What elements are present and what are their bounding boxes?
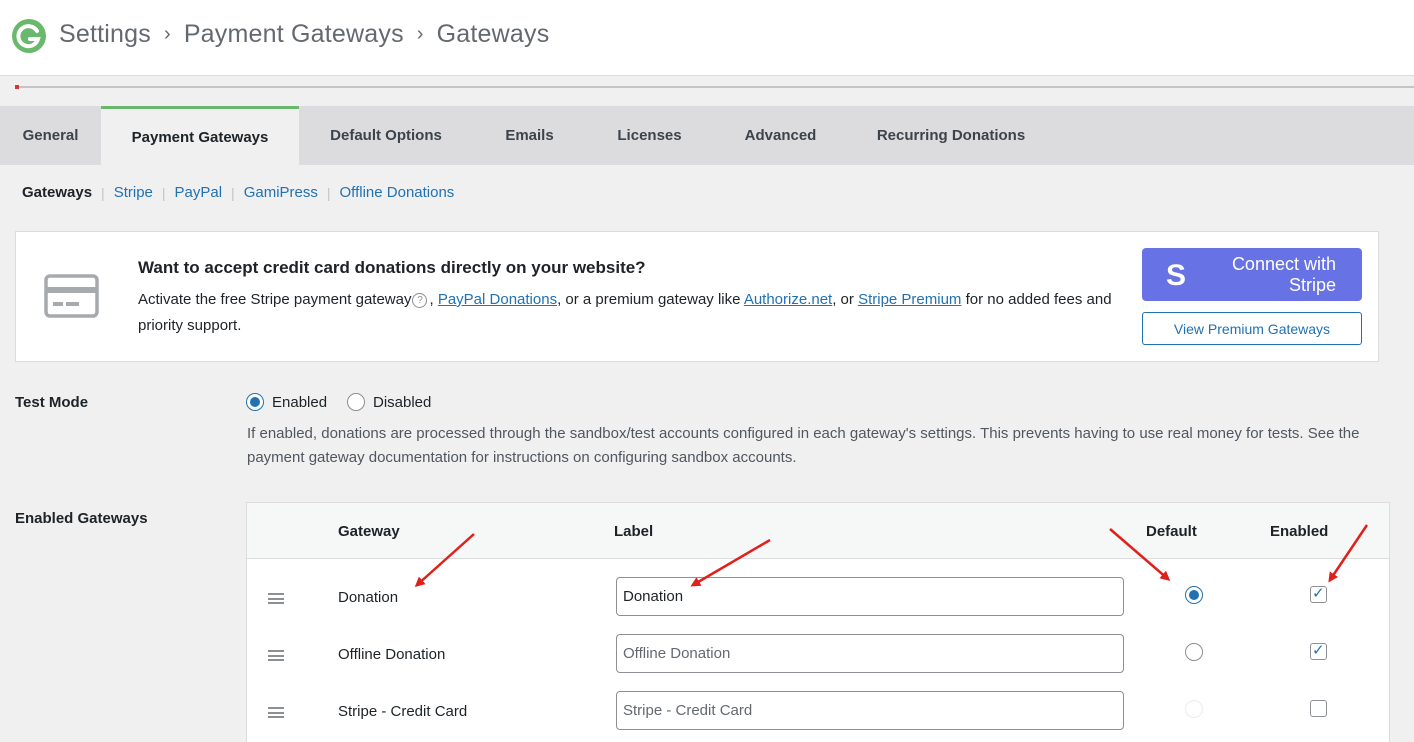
test-mode-disabled-radio[interactable] <box>347 393 365 411</box>
gateway-name-stripe: Stripe - Credit Card <box>338 703 468 720</box>
top-header: Settings › Payment Gateways › Gateways <box>0 0 1414 76</box>
breadcrumb-gateways: Gateways <box>436 20 550 48</box>
tab-general[interactable]: General <box>0 106 101 165</box>
gateway-name-offline-donation: Offline Donation <box>338 646 446 663</box>
subnav-divider: | <box>101 184 105 201</box>
stripe-logo-icon: S <box>1166 259 1187 292</box>
givewp-logo-icon <box>12 19 46 53</box>
default-radio-offline[interactable] <box>1185 643 1203 661</box>
test-mode-description: If enabled, donations are processed thro… <box>247 425 1360 466</box>
tab-advanced[interactable]: Advanced <box>713 106 848 165</box>
default-radio-stripe <box>1185 700 1203 718</box>
section-subnav: Gateways | Stripe | PayPal | GamiPress |… <box>22 184 454 201</box>
test-mode-disabled-label[interactable]: Disabled <box>373 394 431 411</box>
enabled-gateways-label: Enabled Gateways <box>15 510 148 527</box>
tab-default-options[interactable]: Default Options <box>299 106 473 165</box>
paypal-donations-link[interactable]: PayPal Donations <box>438 291 557 308</box>
drag-handle-icon[interactable] <box>268 650 284 661</box>
connect-with-stripe-button[interactable]: S Connect with Stripe <box>1142 248 1362 301</box>
view-premium-gateways-button[interactable]: View Premium Gateways <box>1142 312 1362 345</box>
enabled-checkbox-offline[interactable] <box>1310 641 1327 660</box>
default-radio-donation[interactable] <box>1185 586 1203 604</box>
promo-title: Want to accept credit card donations dir… <box>138 258 646 277</box>
gateway-label-input-donation[interactable] <box>616 577 1124 616</box>
promo-text-part: , <box>429 291 438 308</box>
notice-marker <box>15 85 19 89</box>
gateway-label-input-offline[interactable] <box>616 634 1124 673</box>
promo-text-part: Activate the free Stripe payment gateway <box>138 291 412 308</box>
credit-card-icon <box>44 274 99 318</box>
settings-tabs: General Payment Gateways Default Options… <box>0 106 1414 165</box>
breadcrumb-settings[interactable]: Settings <box>59 20 151 49</box>
subnav-offline-donations[interactable]: Offline Donations <box>340 184 455 201</box>
breadcrumb-separator: › <box>416 23 424 45</box>
promo-description: Activate the free Stripe payment gateway… <box>138 287 1128 339</box>
tab-emails[interactable]: Emails <box>473 106 586 165</box>
drag-handle-icon[interactable] <box>268 593 284 604</box>
subnav-paypal[interactable]: PayPal <box>175 184 223 201</box>
column-label: Label <box>614 523 654 540</box>
authorize-net-link[interactable]: Authorize.net <box>744 291 832 308</box>
table-header: Gateway Label Default Enabled <box>247 503 1389 559</box>
stripe-promo-box: Want to accept credit card donations dir… <box>15 231 1379 362</box>
promo-text-part: , or <box>832 291 859 308</box>
test-mode-enabled-radio[interactable] <box>246 393 264 411</box>
promo-text-part: , or a premium gateway like <box>557 291 744 308</box>
column-default: Default <box>1146 523 1197 540</box>
subnav-divider: | <box>326 184 331 201</box>
subnav-divider: | <box>161 184 166 201</box>
subnav-divider: | <box>231 184 235 201</box>
subnav-gateways: Gateways <box>22 184 93 201</box>
divider-line <box>15 86 1414 88</box>
column-gateway: Gateway <box>338 523 400 540</box>
gateway-label-input-stripe[interactable] <box>616 691 1124 730</box>
enabled-checkbox-donation[interactable] <box>1310 584 1327 603</box>
test-mode-enabled-label[interactable]: Enabled <box>272 394 327 411</box>
connect-stripe-label: Connect with Stripe <box>1231 254 1336 295</box>
tab-recurring-donations[interactable]: Recurring Donations <box>848 106 1054 165</box>
gateway-name-donation: Donation <box>338 589 399 606</box>
gateways-table: Gateway Label Default Enabled Donation O… <box>246 502 1390 742</box>
breadcrumb: Settings › Payment Gateways › Gateways <box>59 20 549 49</box>
tab-licenses[interactable]: Licenses <box>586 106 713 165</box>
help-icon[interactable]: ? <box>412 293 428 308</box>
stripe-premium-link[interactable]: Stripe Premium <box>858 291 961 308</box>
subnav-stripe[interactable]: Stripe <box>114 184 153 201</box>
breadcrumb-separator: › <box>163 23 171 45</box>
test-mode-label: Test Mode <box>15 394 89 411</box>
subnav-gamipress[interactable]: GamiPress <box>244 184 318 201</box>
enabled-checkbox-stripe[interactable] <box>1310 700 1327 717</box>
tab-payment-gateways[interactable]: Payment Gateways <box>101 106 299 165</box>
column-enabled: Enabled <box>1270 523 1329 540</box>
breadcrumb-payment-gateways[interactable]: Payment Gateways <box>184 20 404 49</box>
drag-handle-icon[interactable] <box>268 707 284 718</box>
